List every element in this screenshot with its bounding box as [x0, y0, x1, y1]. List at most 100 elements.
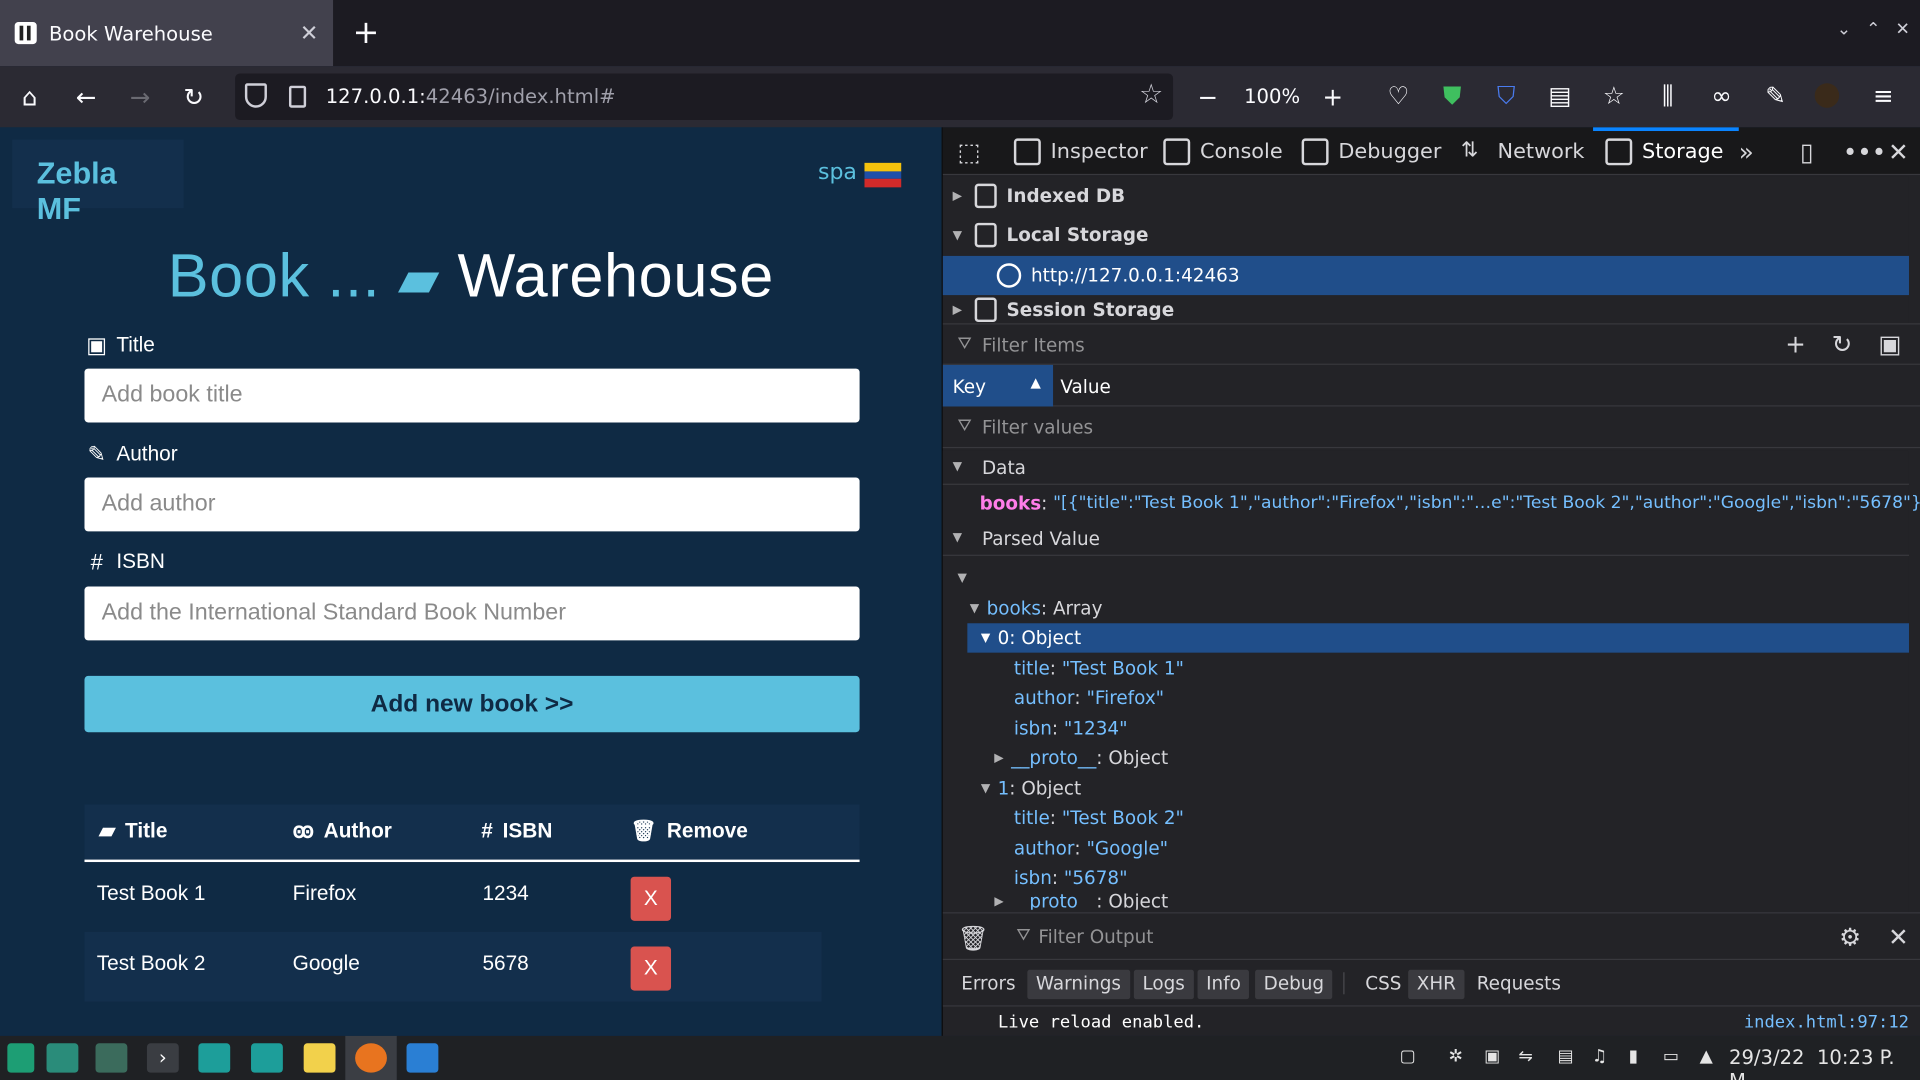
tray-expand-icon[interactable]: ▲ — [1700, 1047, 1713, 1067]
title-input[interactable] — [84, 368, 860, 423]
expand-arrow-icon[interactable]: ▶ — [953, 189, 970, 202]
filter-errors[interactable]: Errors — [953, 970, 1024, 999]
terminal-icon[interactable]: › — [146, 1043, 179, 1073]
object-1-node[interactable]: ▼ 1: Object — [981, 774, 1081, 803]
file-manager-icon[interactable] — [198, 1043, 231, 1073]
tab-storage[interactable]: Storage — [1593, 127, 1738, 175]
network-tray-icon[interactable]: ⇋ — [1518, 1047, 1532, 1067]
tab-debugger[interactable]: Debugger — [1301, 127, 1441, 175]
language-selector[interactable]: spa — [818, 159, 857, 185]
data-value-line[interactable]: books: "[{"title":"Test Book 1","author"… — [980, 489, 1920, 518]
tree-session-storage[interactable]: ▶ Session Storage — [943, 296, 1909, 323]
author-input[interactable] — [84, 477, 860, 532]
key-column-header[interactable]: Key ▲ — [942, 364, 1054, 407]
close-window-icon[interactable]: ✕ — [1896, 20, 1910, 40]
object-0-proto[interactable]: ▶ __proto__: Object — [994, 743, 1168, 772]
window-icon[interactable]: ▢ — [1400, 1047, 1416, 1067]
remove-book-button[interactable]: X — [630, 946, 672, 991]
firefox-icon[interactable] — [355, 1043, 387, 1073]
filter-xhr[interactable]: XHR — [1408, 969, 1465, 1000]
object-0-title[interactable]: title: "Test Book 1" — [1014, 654, 1184, 683]
private-mask-icon[interactable]: ∞ — [1707, 81, 1736, 110]
filter-debug[interactable]: Debug — [1255, 969, 1333, 1000]
object-1-title[interactable]: title: "Test Book 2" — [1014, 803, 1184, 832]
manjaro-menu-icon[interactable] — [7, 1043, 35, 1073]
menu-hamburger-icon[interactable]: ≡ — [1869, 81, 1898, 110]
filter-warnings[interactable]: Warnings — [1027, 969, 1130, 1000]
url-bar[interactable]: 127.0.0.1:42463/index.html# ☆ — [235, 73, 1174, 121]
console-source-link[interactable]: index.html:97:12 — [1744, 1013, 1909, 1033]
console-settings-gear-icon[interactable]: ⚙ — [1839, 922, 1861, 951]
new-tab-icon[interactable]: + — [353, 15, 380, 52]
zoom-out-icon[interactable]: − — [1198, 81, 1219, 113]
kdeconnect-icon[interactable]: ▣ — [1484, 1047, 1500, 1067]
battery-icon[interactable]: ▮ — [1629, 1047, 1638, 1067]
filter-items-input[interactable]: Filter Items — [982, 334, 1085, 356]
expand-arrow-icon[interactable]: ▶ — [953, 303, 970, 316]
add-item-icon[interactable]: + — [1785, 329, 1806, 358]
collapse-arrow-icon[interactable]: ▼ — [953, 531, 970, 544]
bitwarden-icon[interactable]: ⛉ — [1491, 81, 1520, 110]
filter-logs[interactable]: Logs — [1133, 969, 1194, 1000]
toggle-sidebar-icon[interactable]: ▣ — [1878, 329, 1901, 358]
file-manager-2-icon[interactable] — [251, 1043, 283, 1073]
reload-icon[interactable]: ↻ — [184, 81, 205, 113]
data-section-header[interactable]: ▼ Data — [942, 451, 1909, 485]
home-icon[interactable]: ⌂ — [22, 81, 38, 113]
display-icon[interactable]: ▭ — [1663, 1047, 1679, 1067]
collapse-arrow-icon[interactable]: ▼ — [970, 602, 979, 615]
profile-avatar-icon[interactable] — [1814, 83, 1840, 108]
responsive-design-icon[interactable]: ▯ — [1800, 137, 1813, 166]
object-1-author[interactable]: author: "Google" — [1014, 834, 1168, 863]
page-info-icon[interactable] — [288, 85, 307, 108]
clipboard-icon[interactable]: ▤ — [1558, 1047, 1574, 1067]
object-1-isbn[interactable]: isbn: "5678" — [1014, 863, 1128, 892]
expand-arrow-icon[interactable]: ▶ — [994, 751, 1003, 764]
tab-inspector[interactable]: Inspector — [1013, 127, 1148, 175]
venezuela-flag-icon[interactable] — [864, 162, 902, 188]
parsed-value-header[interactable]: ▼ Parsed Value — [942, 522, 1909, 556]
wrench-icon[interactable]: ✎ — [1761, 81, 1790, 110]
pocket-icon[interactable]: ♡ — [1384, 81, 1413, 110]
object-0-isbn[interactable]: isbn: "1234" — [1014, 714, 1128, 743]
object-0-node[interactable]: ▼ 0: Object — [981, 623, 1081, 652]
bluetooth-icon[interactable]: ✲ — [1449, 1047, 1463, 1067]
tracking-shield-icon[interactable] — [244, 83, 267, 108]
refresh-icon[interactable]: ↻ — [1832, 329, 1853, 358]
isbn-input[interactable] — [84, 586, 860, 641]
collapse-arrow-icon[interactable]: ▼ — [981, 631, 990, 644]
adblock-shield-icon[interactable]: ⛊ — [1438, 81, 1467, 110]
add-book-button[interactable]: Add new book >> — [84, 675, 860, 733]
filter-info[interactable]: Info — [1197, 969, 1250, 1000]
maximize-icon[interactable]: ⌃ — [1866, 20, 1880, 40]
tab-console[interactable]: Console — [1163, 127, 1283, 175]
clock[interactable]: 29/3/22 10:23 P. M. — [1729, 1046, 1920, 1080]
extensions-icon[interactable]: ☆ — [1599, 81, 1628, 110]
desktop-icon[interactable] — [46, 1043, 79, 1073]
zoom-level[interactable]: 100% — [1244, 84, 1300, 107]
expand-arrow-icon[interactable]: ▶ — [994, 894, 1003, 907]
collapse-arrow-icon[interactable]: ▼ — [953, 228, 970, 241]
tree-local-storage[interactable]: ▼ Local Storage — [943, 216, 1909, 255]
zoom-in-icon[interactable]: + — [1322, 81, 1343, 113]
close-devtools-icon[interactable]: ✕ — [1888, 137, 1909, 166]
reader-view-icon[interactable]: ▤ — [1545, 81, 1574, 110]
filter-css[interactable]: CSS — [1357, 970, 1410, 999]
close-tab-icon[interactable]: ✕ — [300, 20, 318, 46]
vscode-icon[interactable] — [406, 1043, 439, 1073]
library-icon[interactable]: ⫼ — [1653, 81, 1682, 110]
close-console-icon[interactable]: ✕ — [1888, 922, 1909, 951]
notes-icon[interactable] — [303, 1043, 336, 1073]
url-text[interactable]: 127.0.0.1:42463/index.html# — [326, 84, 616, 107]
collapse-arrow-icon[interactable]: ▼ — [981, 782, 990, 795]
back-icon[interactable]: ← — [76, 81, 97, 113]
forward-icon[interactable]: → — [130, 81, 151, 113]
chevron-down-icon[interactable]: ⌄ — [1837, 20, 1851, 40]
books-array-node[interactable]: ▼ books: Array — [970, 594, 1103, 623]
more-tabs-chevron-icon[interactable]: » — [1739, 137, 1754, 166]
object-1-proto[interactable]: ▶ __proto__: Object — [994, 893, 1168, 910]
collapse-arrow-icon[interactable]: ▼ — [953, 460, 970, 473]
filter-values-input[interactable]: Filter values — [982, 416, 1093, 438]
filter-output-input[interactable]: Filter Output — [1038, 926, 1153, 948]
tab-network[interactable]: ⇅ Network — [1461, 127, 1585, 175]
